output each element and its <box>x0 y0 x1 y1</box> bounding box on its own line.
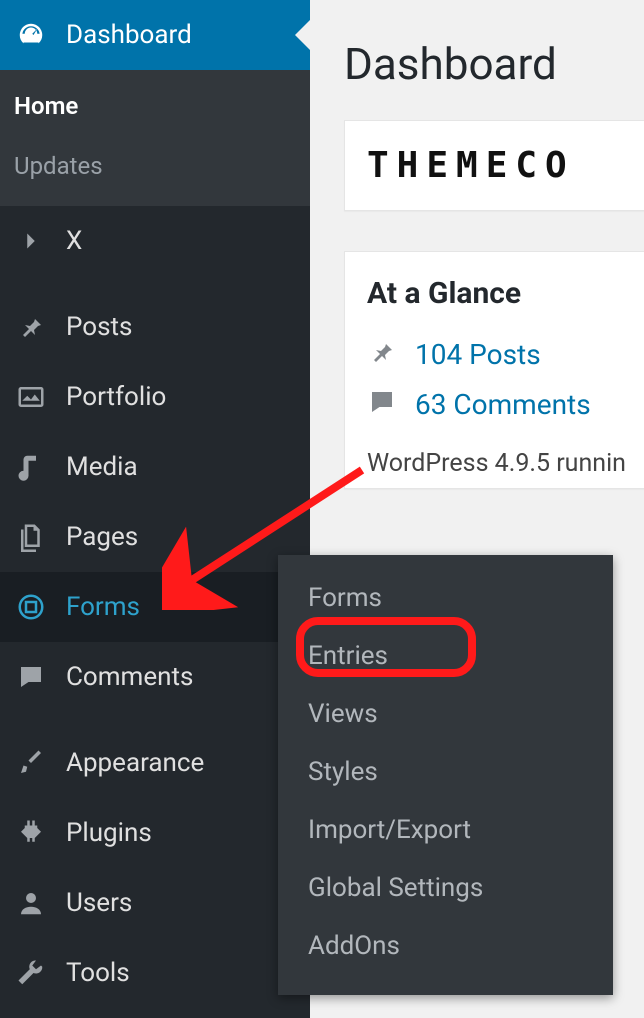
chevron-right-icon <box>14 224 48 258</box>
glance-posts-link[interactable]: 104 Posts <box>415 338 541 371</box>
appearance-icon <box>14 746 48 780</box>
flyout-item-styles[interactable]: Styles <box>278 743 613 801</box>
plugins-icon <box>14 816 48 850</box>
flyout-item-forms[interactable]: Forms <box>278 569 613 627</box>
sidebar-item-x[interactable]: X <box>0 206 310 276</box>
sidebar-item-home[interactable]: Home <box>0 76 310 136</box>
sidebar-label: Portfolio <box>66 382 166 412</box>
sidebar-item-comments[interactable]: Comments <box>0 642 310 712</box>
sidebar-label: Tools <box>66 958 130 988</box>
at-a-glance-panel: At a Glance 104 Posts 63 Comments WordPr… <box>344 251 644 489</box>
wp-version-text: WordPress 4.9.5 runnin <box>367 449 641 478</box>
sidebar-item-updates[interactable]: Updates <box>0 136 310 196</box>
sidebar-label: Home <box>14 92 78 120</box>
sidebar-item-portfolio[interactable]: Portfolio <box>0 362 310 432</box>
pages-icon <box>14 520 48 554</box>
sidebar-label: Pages <box>66 522 138 552</box>
dashboard-submenu: Home Updates <box>0 70 310 206</box>
pin-icon <box>14 310 48 344</box>
dashboard-icon <box>14 18 48 52</box>
sidebar-label: Dashboard <box>66 20 192 50</box>
sidebar-label: Comments <box>66 662 193 692</box>
sidebar-label: Media <box>66 452 138 482</box>
sidebar-label: Updates <box>14 152 103 180</box>
sidebar-item-posts[interactable]: Posts <box>0 292 310 362</box>
themeco-logo: THEMECO <box>367 145 641 186</box>
sidebar-item-media[interactable]: Media <box>0 432 310 502</box>
flyout-item-import-export[interactable]: Import/Export <box>278 801 613 859</box>
forms-flyout: Forms Entries Views Styles Import/Export… <box>278 555 613 995</box>
glance-comments-row[interactable]: 63 Comments <box>367 387 641 421</box>
sidebar-item-appearance[interactable]: Appearance <box>0 728 310 798</box>
themeco-panel: THEMECO <box>344 120 644 211</box>
sidebar-label: Plugins <box>66 818 152 848</box>
page-title: Dashboard <box>344 38 644 90</box>
admin-sidebar: Dashboard Home Updates X Posts Portfolio… <box>0 0 310 1018</box>
sidebar-label: Forms <box>66 592 140 622</box>
pin-icon <box>367 337 397 371</box>
media-icon <box>14 450 48 484</box>
sidebar-item-users[interactable]: Users <box>0 868 310 938</box>
glance-comments-link[interactable]: 63 Comments <box>415 388 591 421</box>
flyout-item-addons[interactable]: AddOns <box>278 917 613 975</box>
flyout-item-global-settings[interactable]: Global Settings <box>278 859 613 917</box>
glance-posts-row[interactable]: 104 Posts <box>367 337 641 371</box>
sidebar-item-dashboard[interactable]: Dashboard <box>0 0 310 70</box>
tools-icon <box>14 956 48 990</box>
sidebar-label: X <box>66 226 82 256</box>
comment-icon <box>367 387 397 421</box>
flyout-item-entries[interactable]: Entries <box>278 627 613 685</box>
sidebar-item-forms[interactable]: Forms <box>0 572 310 642</box>
sidebar-label: Posts <box>66 312 132 342</box>
comments-icon <box>14 660 48 694</box>
portfolio-icon <box>14 380 48 414</box>
flyout-item-views[interactable]: Views <box>278 685 613 743</box>
sidebar-label: Appearance <box>66 748 204 778</box>
glance-title: At a Glance <box>367 276 641 311</box>
sidebar-item-plugins[interactable]: Plugins <box>0 798 310 868</box>
forms-icon <box>14 590 48 624</box>
sidebar-item-pages[interactable]: Pages <box>0 502 310 572</box>
sidebar-item-tools[interactable]: Tools <box>0 938 310 1008</box>
sidebar-label: Users <box>66 888 132 918</box>
users-icon <box>14 886 48 920</box>
